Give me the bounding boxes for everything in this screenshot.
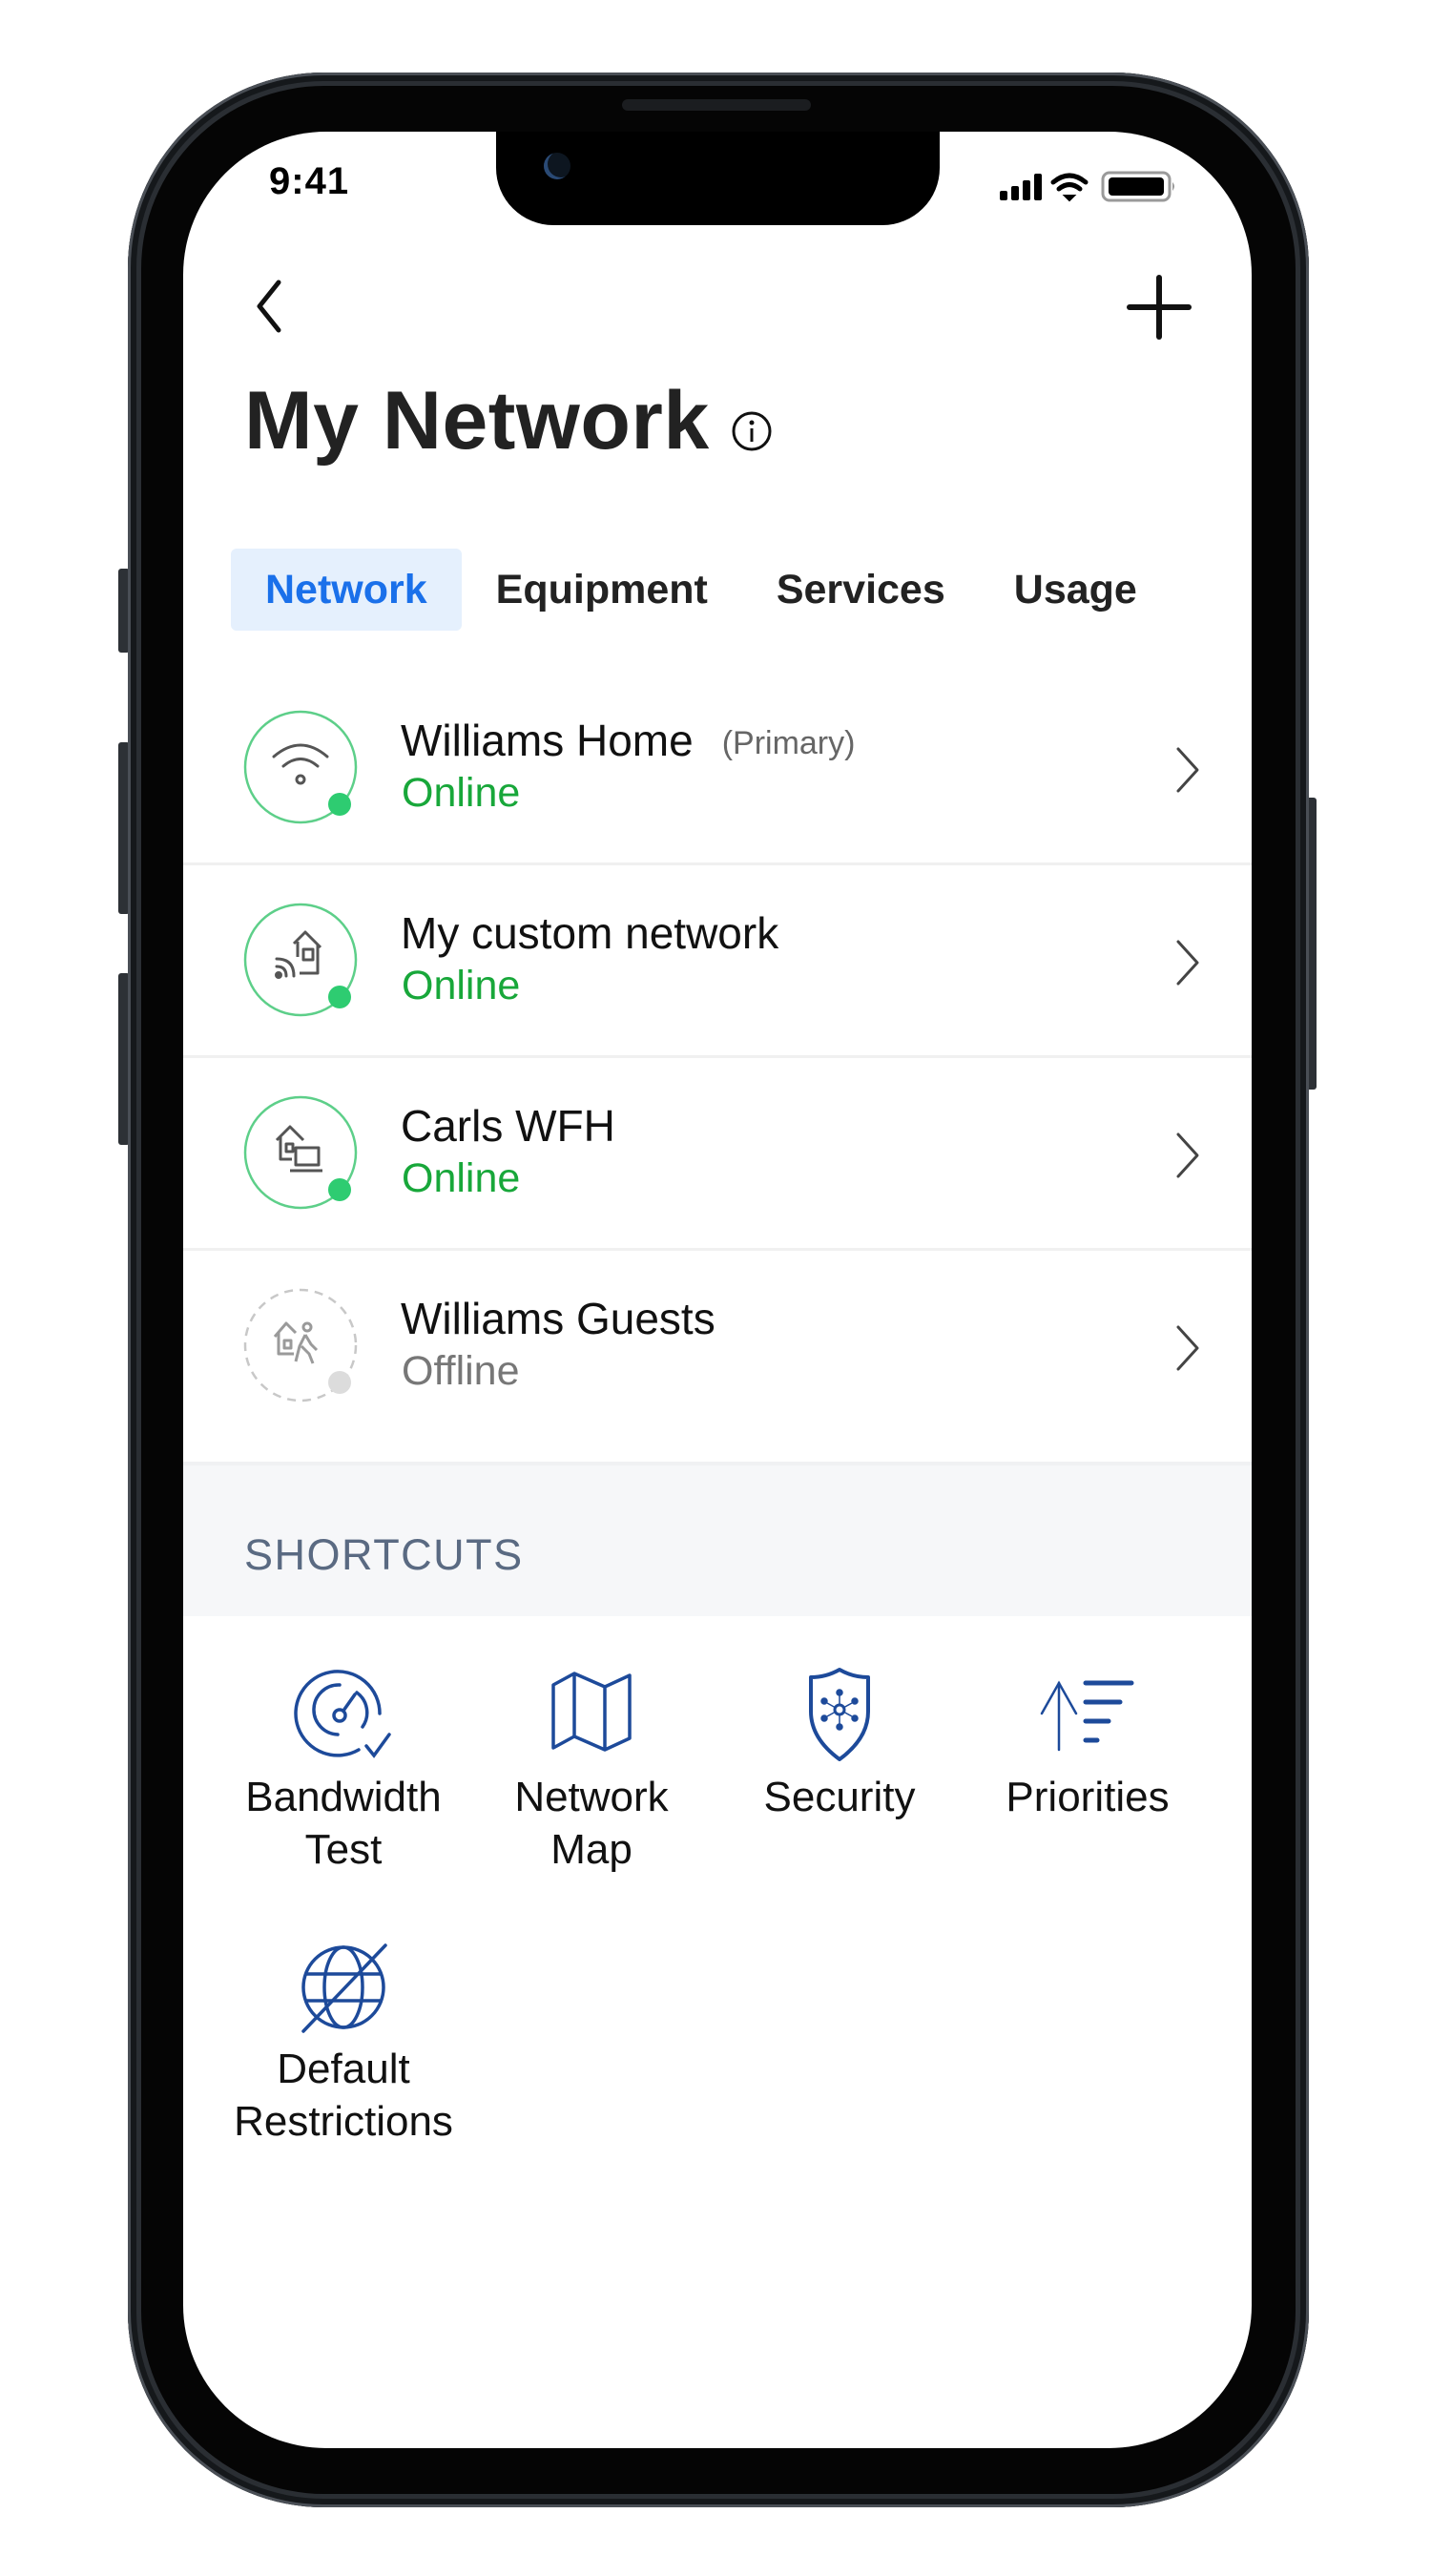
info-icon[interactable] [731,410,773,452]
chevron-right-icon [1176,940,1199,986]
network-avatar [243,903,358,1017]
online-dot [328,986,351,1008]
online-dot [328,793,351,816]
network-avatar [243,1095,358,1210]
shortcut-label: Bandwidth Test [245,1774,442,1873]
network-avatar [243,710,358,824]
network-row-my-custom-network[interactable]: My custom network Online [183,865,1252,1058]
network-status: Online [402,1155,521,1201]
battery-icon [1101,171,1174,202]
shortcut-default-restrictions[interactable]: Default Restrictions [219,1932,467,2148]
network-name: My custom network [401,908,779,958]
shield-network-icon [809,1668,870,1761]
shortcut-label: Network Map [514,1774,669,1873]
shortcut-priorities[interactable]: Priorities [964,1660,1212,1823]
status-icons [1000,171,1174,202]
network-status: Offline [402,1348,520,1394]
shortcut-label: Default Restrictions [234,2046,453,2145]
shortcut-label: Security [763,1774,916,1820]
network-row-carls-wfh[interactable]: Carls WFH Online [183,1058,1252,1251]
tab-services[interactable]: Services [742,549,980,631]
shortcuts-heading: SHORTCUTS [244,1530,524,1579]
offline-dot [328,1371,351,1394]
shortcut-label: Priorities [1006,1774,1170,1820]
add-network-button[interactable] [1126,274,1192,341]
status-time: 9:41 [269,160,350,202]
back-button[interactable] [246,277,294,336]
map-icon [551,1672,632,1752]
globe-blocked-icon [301,1943,387,2033]
page-title-text: My Network [244,375,710,467]
shortcut-network-map[interactable]: Network Map [467,1660,716,1876]
network-name: Carls WFH [401,1101,615,1151]
network-avatar [243,1288,358,1402]
notch [496,132,940,225]
chevron-left-icon [257,280,281,333]
shortcut-security[interactable]: Security [716,1660,964,1823]
chevron-right-icon [1176,1325,1199,1371]
network-list: Williams Home (Primary) Online My custom … [183,673,1252,1461]
speaker-grille [622,99,811,111]
tab-network[interactable]: Network [231,549,462,631]
tab-usage[interactable]: Usage [980,549,1172,631]
page-title: My Network [244,374,773,468]
online-dot [328,1178,351,1201]
network-name: Williams Home [401,716,694,765]
network-status: Online [402,770,521,816]
primary-tag: (Primary) [721,725,856,761]
tab-bar: Network Equipment Services Usage [231,548,1172,632]
chevron-right-icon [1176,747,1199,793]
tab-equipment[interactable]: Equipment [462,549,742,631]
priority-sort-icon [1040,1680,1134,1752]
plus-icon [1127,275,1192,340]
speedometer-check-icon [294,1670,391,1758]
network-status: Online [402,963,521,1008]
network-name: Williams Guests [401,1294,716,1343]
wifi-icon [1050,173,1089,202]
shortcut-bandwidth-test[interactable]: Bandwidth Test [219,1660,467,1876]
front-camera [544,153,570,179]
network-row-williams-home[interactable]: Williams Home (Primary) Online [183,673,1252,865]
network-row-williams-guests[interactable]: Williams Guests Offline [183,1251,1252,1461]
chevron-right-icon [1176,1132,1199,1178]
shortcuts-section-header: SHORTCUTS [183,1462,1252,1616]
cellular-signal-icon [1000,174,1042,200]
